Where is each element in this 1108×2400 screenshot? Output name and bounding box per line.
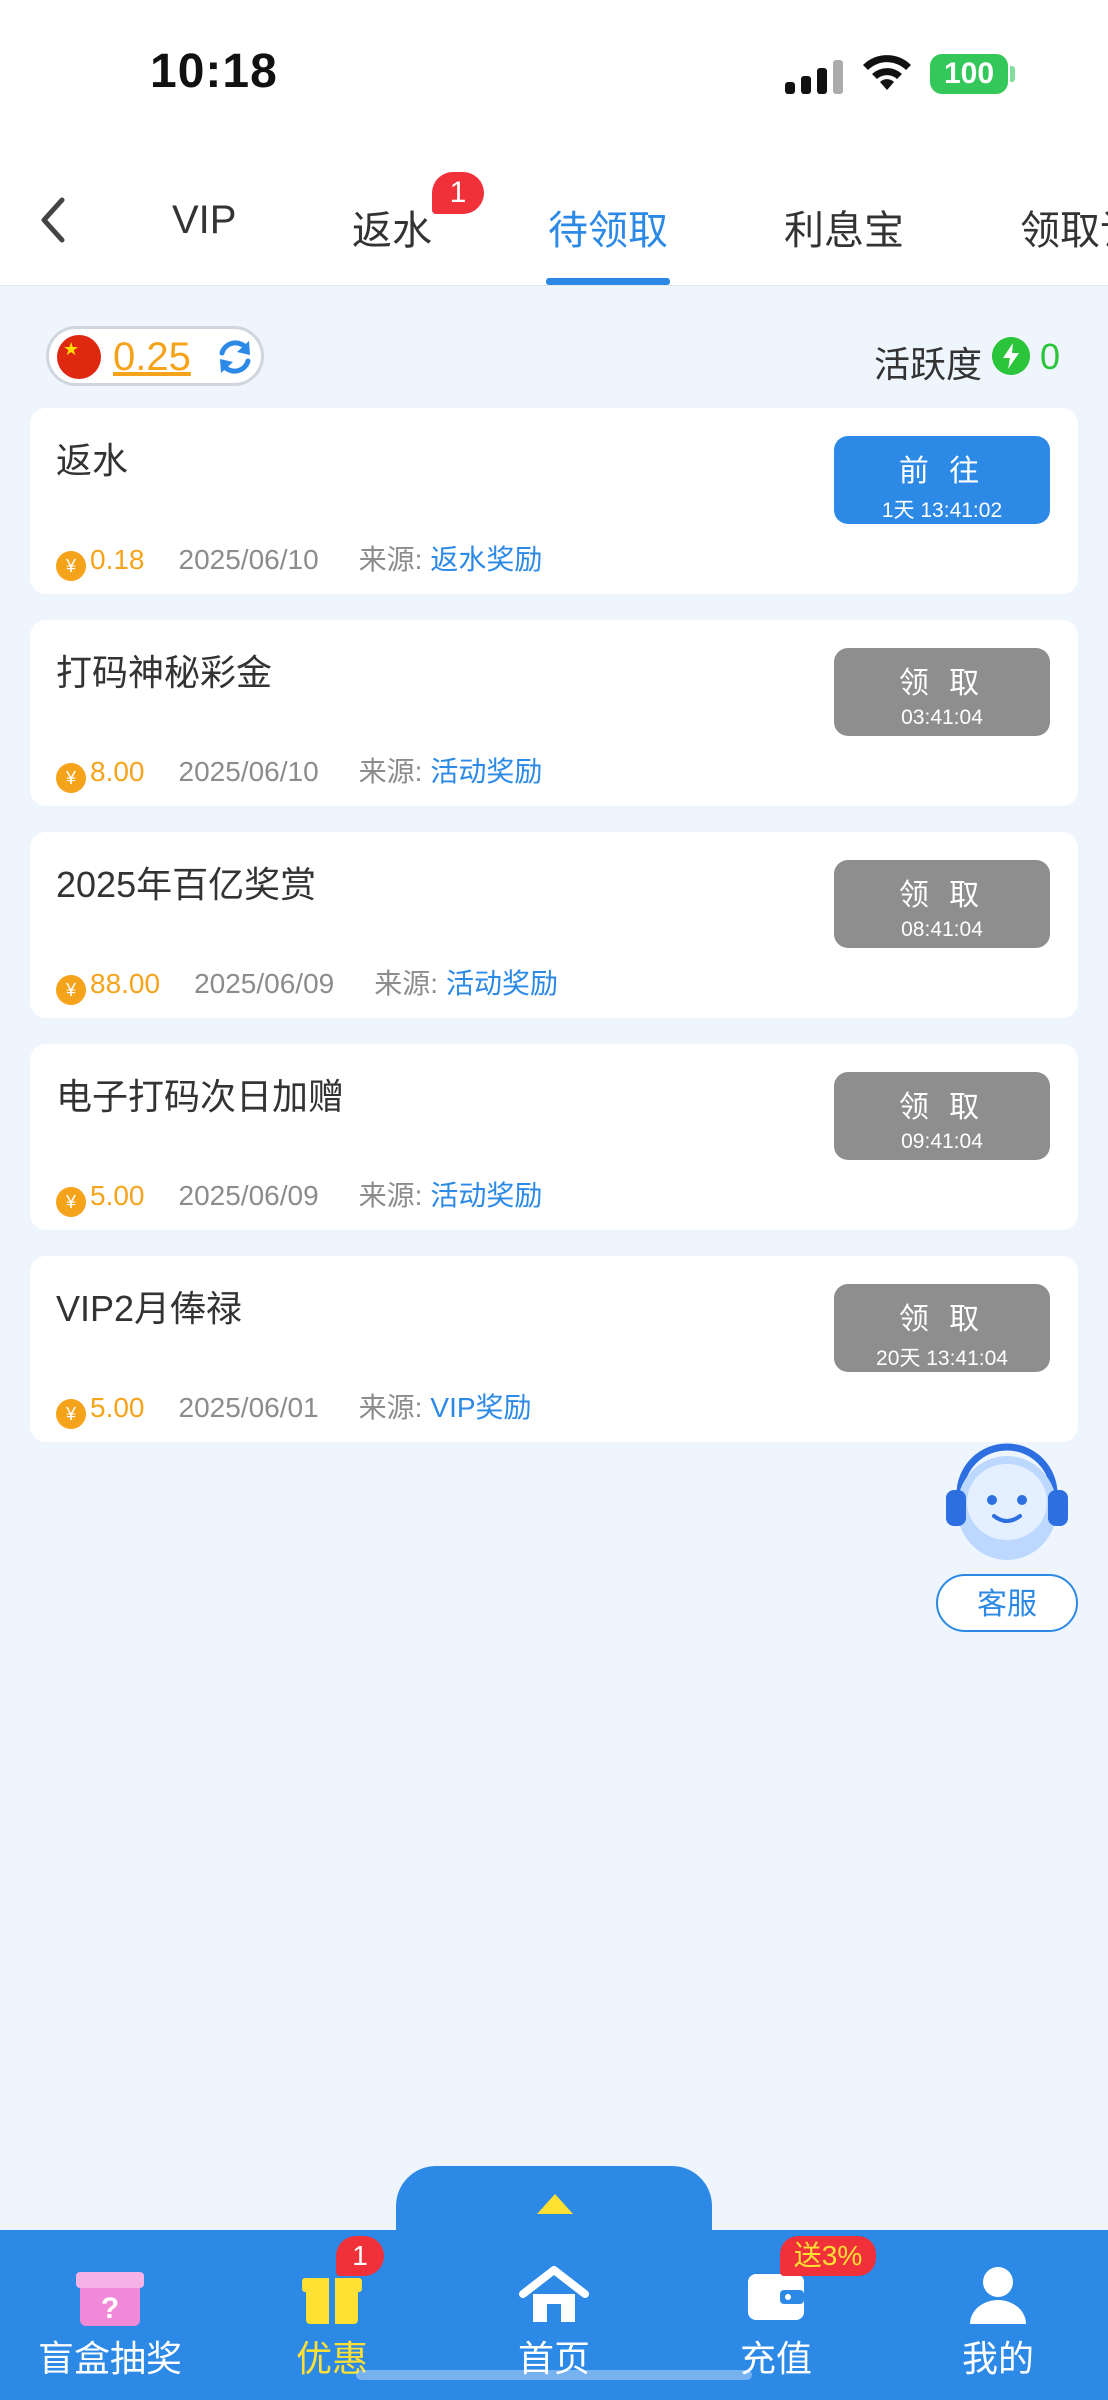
balance-value: 0.25 [113,335,191,379]
reward-card: 电子打码次日加赠 领 取 09:41:04 ¥5.00 2025/06/09 来源:… [30,1044,1078,1230]
countdown-timer: 03:41:04 [901,706,983,729]
cellular-signal-icon [785,58,847,94]
tab-bar: VIP 返水 待领取 利息宝 领取记录 [0,150,1108,286]
activity-value: 0 [1040,336,1061,377]
reward-amount: 88.00 [90,968,161,999]
countdown-timer: 09:41:04 [901,1130,983,1153]
reward-meta: ¥5.00 2025/06/01 来源: VIP奖励 [56,1386,532,1429]
nav-label: 盲盒抽奖 [37,2338,182,2379]
customer-service-robot-icon[interactable] [932,1432,1082,1572]
reward-date: 2025/06/10 [178,756,319,787]
button-label: 领 取 [898,879,986,912]
status-bar: 10:18 100 [0,0,1108,150]
refresh-icon[interactable] [213,335,257,379]
caret-up-icon[interactable] [537,2194,573,2214]
reward-meta: ¥0.18 2025/06/10 来源: 返水奖励 [56,538,543,581]
source-label: 来源: [358,756,423,787]
reward-card: 返水 前 往 1天 13:41:02 ¥0.18 2025/06/10 来源: 返水奖… [30,408,1078,594]
reward-meta: ¥88.00 2025/06/09 来源: 活动奖励 [56,962,559,1005]
reward-title: 电子打码次日加赠 [56,1076,345,1117]
reward-title: 返水 [56,440,129,481]
battery-cap [1010,66,1015,82]
source-value: VIP奖励 [430,1392,532,1423]
wifi-icon [863,55,911,90]
yuan-coin-icon: ¥ [56,551,86,581]
customer-service-button[interactable]: 客服 [936,1574,1078,1632]
claim-button[interactable]: 领 取 03:41:04 [834,648,1050,736]
battery-icon: 100 [930,54,1008,94]
tab-rebate[interactable]: 返水 [352,198,432,256]
nav-blind-box[interactable]: ? 盲盒抽奖 [30,2230,190,2400]
reward-amount: 8.00 [90,756,145,787]
source-value: 活动奖励 [430,1180,543,1211]
reward-card: VIP2月俸禄 领 取 20天 13:41:04 ¥5.00 2025/06/01… [30,1256,1078,1442]
source-value: 活动奖励 [430,756,543,787]
svg-text:?: ? [101,2292,119,2325]
balance-pill[interactable]: ★ 0.25 [46,326,264,386]
reward-date: 2025/06/09 [178,1180,319,1211]
reward-meta: ¥8.00 2025/06/10 来源: 活动奖励 [56,750,543,793]
lightning-icon [992,337,1030,375]
reward-card: 2025年百亿奖赏 领 取 08:41:04 ¥88.00 2025/06/09 来… [30,832,1078,1018]
tab-rebate-badge: 1 [432,172,484,214]
countdown-timer: 20天 13:41:04 [876,1347,1008,1370]
reward-title: VIP2月俸禄 [56,1288,243,1329]
status-time: 10:18 [150,45,278,98]
reward-date: 2025/06/09 [194,968,335,999]
tab-claim-records[interactable]: 领取记录 [1020,198,1108,256]
button-label: 前 往 [898,455,986,488]
source-label: 来源: [358,544,423,575]
back-icon[interactable] [30,190,80,250]
reward-date: 2025/06/01 [178,1392,319,1423]
reward-amount: 0.18 [90,544,145,575]
claim-button[interactable]: 领 取 20天 13:41:04 [834,1284,1050,1372]
recharge-bonus-tag: 送3% [780,2236,876,2276]
nav-label: 我的 [961,2338,1034,2379]
button-label: 领 取 [898,1091,986,1124]
yuan-coin-icon: ¥ [56,1187,86,1217]
tab-vip[interactable]: VIP [172,198,236,243]
reward-date: 2025/06/10 [178,544,319,575]
user-icon [970,2267,1026,2324]
yuan-coin-icon: ¥ [56,763,86,793]
yuan-coin-icon: ¥ [56,975,86,1005]
active-tab-indicator [546,278,670,285]
gift-box-icon: ? [76,2272,144,2326]
claim-button[interactable]: 领 取 09:41:04 [834,1072,1050,1160]
yuan-coin-icon: ¥ [56,1399,86,1429]
go-button[interactable]: 前 往 1天 13:41:02 [834,436,1050,524]
source-value: 活动奖励 [446,968,559,999]
source-label: 来源: [374,968,438,999]
activity-label: 活跃度 [874,344,983,385]
source-value: 返水奖励 [430,544,543,575]
reward-amount: 5.00 [90,1180,145,1211]
promotions-badge: 1 [336,2236,384,2276]
source-label: 来源: [358,1180,423,1211]
source-label: 来源: [358,1392,423,1423]
nav-profile[interactable]: 我的 [918,2230,1078,2400]
reward-card: 打码神秘彩金 领 取 03:41:04 ¥8.00 2025/06/10 来源: 活动… [30,620,1078,806]
reward-amount: 5.00 [90,1392,145,1423]
countdown-timer: 1天 13:41:02 [881,499,1003,522]
tab-pending[interactable]: 待领取 [548,198,668,256]
claim-button[interactable]: 领 取 08:41:04 [834,860,1050,948]
reward-meta: ¥5.00 2025/06/09 来源: 活动奖励 [56,1174,543,1217]
button-label: 领 取 [898,667,986,700]
home-indicator [356,2370,752,2380]
china-flag-icon: ★ [57,335,101,379]
reward-title: 2025年百亿奖赏 [56,864,317,905]
reward-title: 打码神秘彩金 [56,652,273,693]
tab-interest[interactable]: 利息宝 [784,198,904,256]
home-icon [519,2266,589,2322]
countdown-timer: 08:41:04 [901,918,983,941]
button-label: 领 取 [898,1303,986,1336]
